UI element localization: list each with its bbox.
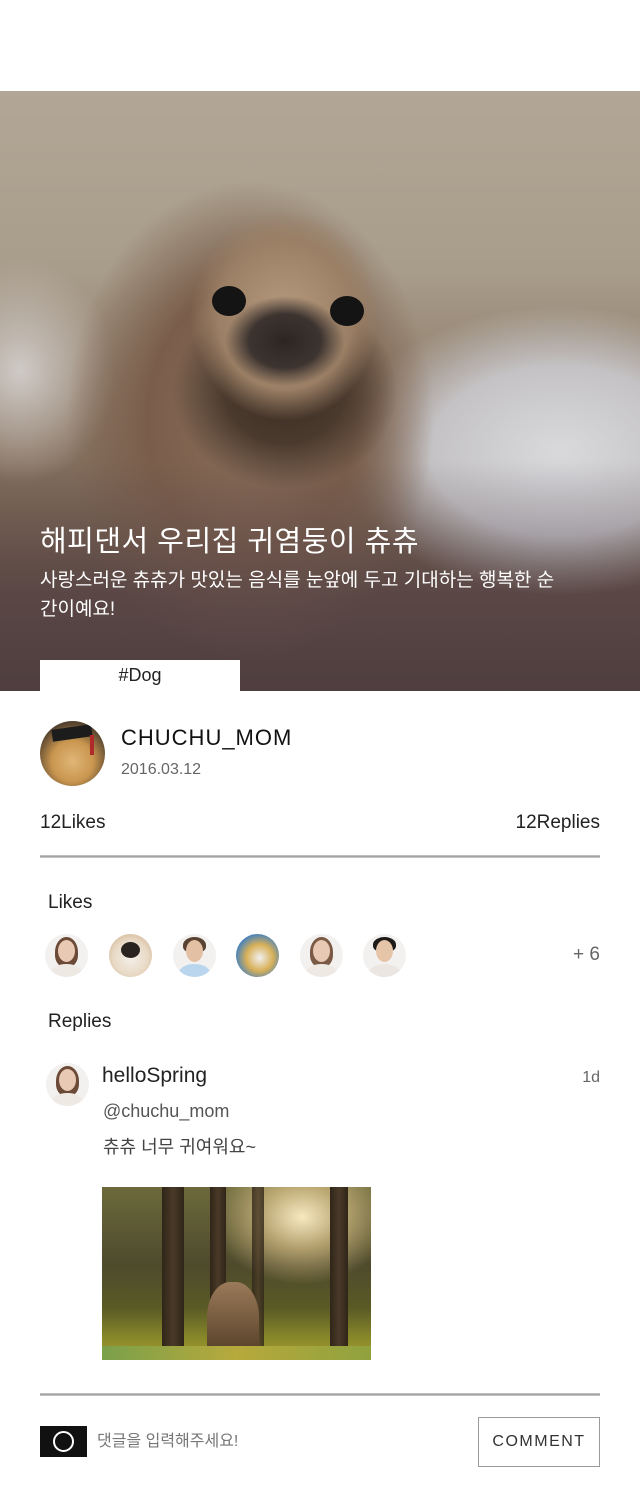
graduation-cap-icon [51,724,93,742]
comment-input[interactable] [97,1428,457,1456]
circle-icon[interactable] [40,1426,87,1457]
replies-count[interactable]: 12Replies [516,812,601,834]
like-avatar-dog[interactable] [236,934,279,977]
author-name[interactable]: CHUCHU_MOM [121,725,292,751]
tassel-icon [90,735,94,755]
divider [40,855,600,858]
author-avatar[interactable] [40,721,105,786]
reply-text: 츄츄 너무 귀여워요~ [103,1137,256,1157]
post-date: 2016.03.12 [121,761,202,778]
hero-image: 해피댄서 우리집 귀염둥이 츄츄 사랑스러운 츄츄가 맛있는 음식를 눈앞에 두… [0,91,640,691]
reply-avatar[interactable] [46,1063,89,1106]
likes-count[interactable]: 12Likes [40,812,106,834]
like-avatar-man[interactable] [173,934,216,977]
category-tag[interactable]: #Dog [40,660,240,691]
hero-title: 해피댄서 우리집 귀염둥이 츄츄 [40,526,420,558]
top-bar [0,0,640,91]
reply-username[interactable]: helloSpring [102,1064,207,1088]
like-avatar-dog[interactable] [109,934,152,977]
reply-photo[interactable] [102,1187,371,1360]
comment-button[interactable]: COMMENT [478,1417,600,1467]
hero-description: 사랑스러운 츄츄가 맛있는 음식를 눈앞에 두고 기대하는 행복한 순간이예요! [40,570,555,620]
replies-section-title: Replies [48,1011,112,1032]
like-avatar-woman[interactable] [300,934,343,977]
divider [40,1393,600,1396]
reply-time: 1d [582,1069,600,1086]
reply-mention[interactable]: @chuchu_mom [103,1101,229,1122]
pug-eye-left [212,286,246,316]
like-avatar-woman[interactable] [45,934,88,977]
likes-section-title: Likes [48,892,93,913]
like-avatar-man[interactable] [363,934,406,977]
more-likes-count[interactable]: + 6 [573,944,600,966]
pug-eye-right [330,296,364,326]
